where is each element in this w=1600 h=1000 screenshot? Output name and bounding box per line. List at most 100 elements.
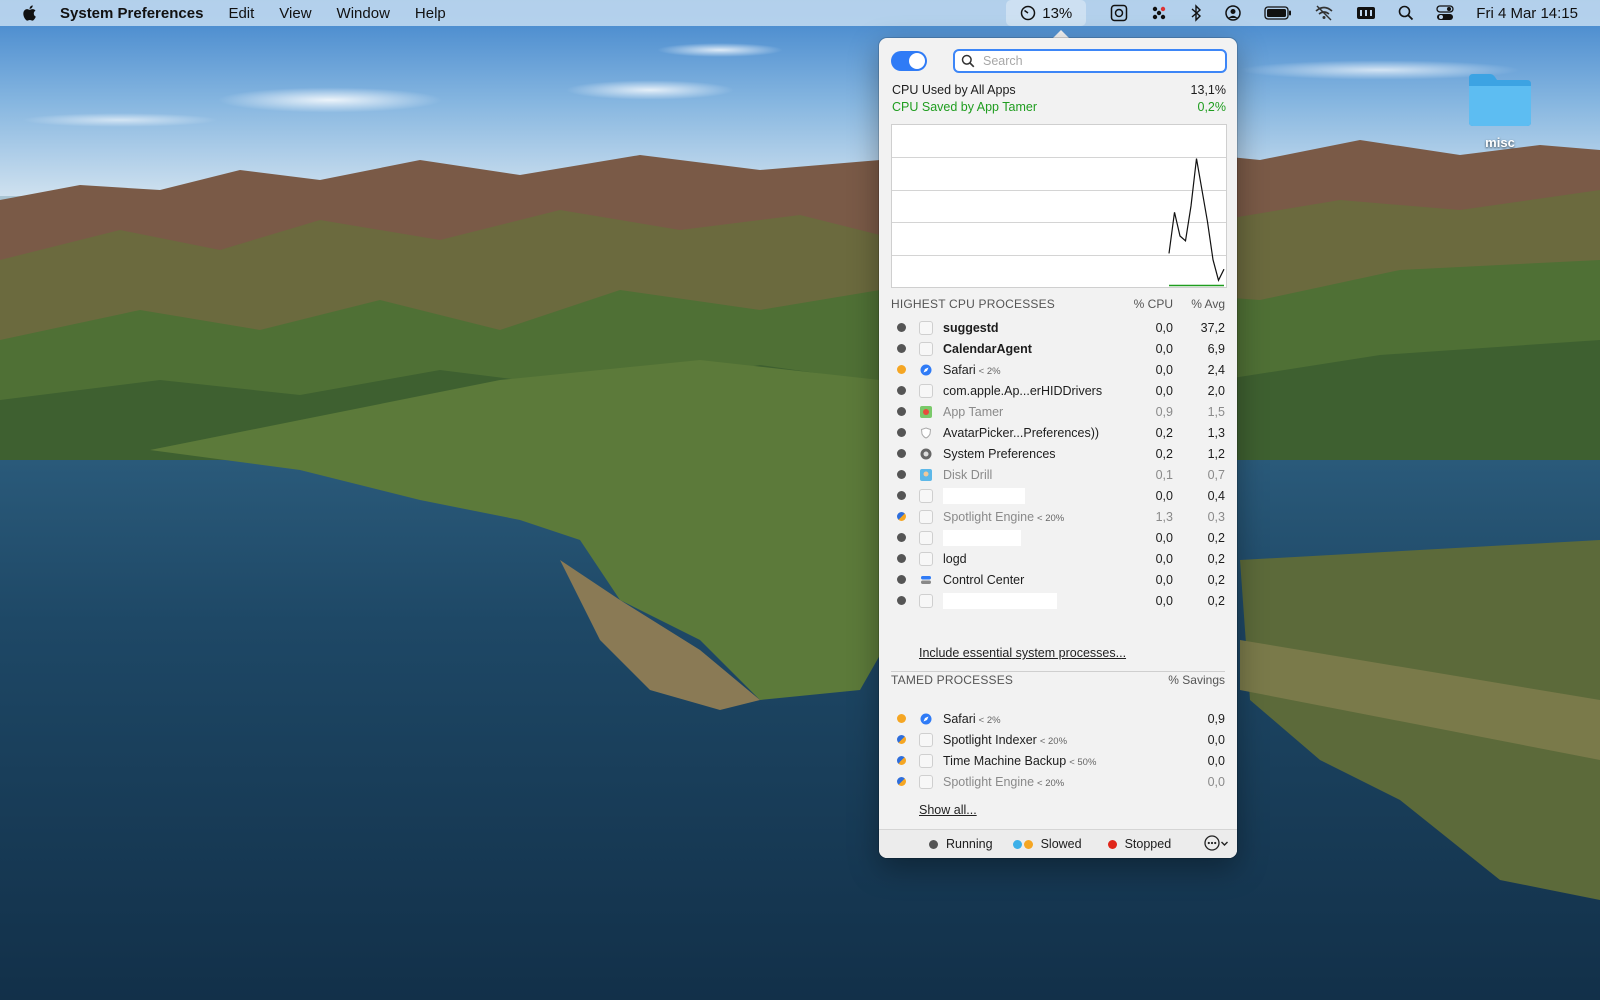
status-dot-icon: [897, 449, 906, 458]
app-icon: [919, 405, 933, 419]
process-cpu: 0,0: [1155, 530, 1173, 545]
menu-clock[interactable]: Fri 4 Mar 14:15: [1476, 5, 1578, 22]
process-name: Time Machine Backup: [943, 753, 1067, 768]
process-name: logd: [943, 551, 967, 566]
process-cpu: 0,0: [1155, 551, 1173, 566]
search-field[interactable]: [953, 49, 1227, 73]
status-dot-icon: [897, 344, 906, 353]
highest-cpu-title: HIGHEST CPU PROCESSES: [891, 297, 1056, 311]
tamed-title: TAMED PROCESSES: [891, 673, 1014, 687]
process-row[interactable]: Control Center 0,0 0,2: [891, 569, 1225, 590]
process-name: Spotlight Engine: [943, 509, 1035, 524]
status-dot-icon: [897, 777, 906, 786]
folder-icon: [1469, 74, 1531, 126]
process-row[interactable]: 0,0 0,4: [891, 485, 1225, 506]
process-row[interactable]: Disk Drill 0,1 0,7: [891, 464, 1225, 485]
process-row[interactable]: suggestd 0,0 37,2: [891, 317, 1225, 338]
process-cpu: 0,0: [1155, 488, 1173, 503]
app-icon: [919, 426, 933, 440]
process-name: Safari: [943, 711, 976, 726]
process-row[interactable]: 0,0 0,2: [891, 527, 1225, 548]
column-header-avg[interactable]: % Avg: [1173, 297, 1225, 311]
column-header-cpu[interactable]: % CPU: [1115, 297, 1173, 311]
search-input[interactable]: [981, 53, 1215, 69]
menu-help[interactable]: Help: [415, 5, 446, 22]
process-row[interactable]: CalendarAgent 0,0 6,9: [891, 338, 1225, 359]
redacted-name: [943, 529, 1021, 546]
cpu-used-label: CPU Used by All Apps: [892, 83, 1016, 97]
redacted-name: [943, 592, 1057, 609]
highest-cpu-header: HIGHEST CPU PROCESSES % CPU % Avg: [891, 297, 1225, 311]
menu-edit[interactable]: Edit: [228, 5, 254, 22]
process-cpu: 0,0: [1155, 593, 1173, 608]
battery-icon[interactable]: [1264, 0, 1292, 26]
app-icon: [919, 363, 933, 377]
process-name: Spotlight Engine: [943, 774, 1035, 789]
menu-extras: 13% Fri 4 Mar 14:15: [1006, 0, 1600, 26]
process-savings: 0,9: [1207, 711, 1225, 726]
show-all-link[interactable]: Show all...: [919, 803, 977, 817]
app-icon: [919, 573, 933, 587]
screenshot-icon[interactable]: [1110, 0, 1128, 26]
process-cpu: 0,2: [1155, 446, 1173, 461]
process-row[interactable]: Safari < 2% 0,0 2,4: [891, 359, 1225, 380]
tamed-process-row[interactable]: Spotlight Indexer < 20% 0,0: [891, 729, 1225, 750]
process-avg: 0,2: [1207, 530, 1225, 545]
process-avg: 0,2: [1207, 572, 1225, 587]
legend-slowed-label: Slowed: [1040, 837, 1082, 851]
status-dot-icon: [897, 756, 906, 765]
process-name: AvatarPicker...Preferences)): [943, 425, 1100, 440]
menu-view[interactable]: View: [279, 5, 311, 22]
process-limit: < 20%: [1037, 512, 1065, 524]
cpu-history-graph: [891, 124, 1227, 288]
desktop-folder-misc[interactable]: misc: [1460, 70, 1540, 150]
control-center-icon[interactable]: [1436, 0, 1454, 26]
include-essential-link[interactable]: Include essential system processes...: [919, 646, 1126, 660]
cpu-used-value: 13,1%: [1190, 83, 1226, 97]
disk-drill-icon: [920, 468, 932, 481]
process-row[interactable]: AvatarPicker...Preferences)) 0,2 1,3: [891, 422, 1225, 443]
process-row[interactable]: logd 0,0 0,2: [891, 548, 1225, 569]
cpu-used-row: CPU Used by All Apps 13,1%: [892, 83, 1226, 97]
process-row[interactable]: 0,0 0,2: [891, 590, 1225, 611]
tamed-process-row[interactable]: Safari < 2% 0,9: [891, 708, 1225, 729]
status-dot-icon: [897, 714, 906, 723]
process-savings: 0,0: [1207, 774, 1225, 789]
process-avg: 0,4: [1207, 488, 1225, 503]
app-tamer-enable-toggle[interactable]: [891, 51, 927, 71]
spotlight-search-icon[interactable]: [1398, 0, 1414, 26]
process-limit: < 20%: [1039, 735, 1068, 747]
memory-chip-icon[interactable]: [1356, 0, 1376, 26]
dots-app-icon[interactable]: [1150, 0, 1168, 26]
status-dot-icon: [897, 323, 906, 332]
process-name-cell: suggestd: [943, 321, 1115, 335]
desktop-coastline: [150, 360, 1600, 900]
app-icon: [919, 447, 933, 461]
bluetooth-icon[interactable]: [1190, 0, 1202, 26]
app-tamer-menu-extra[interactable]: 13%: [1006, 0, 1087, 26]
process-row[interactable]: com.apple.Ap...erHIDDrivers 0,0 2,0: [891, 380, 1225, 401]
chevron-down-icon: [1221, 841, 1228, 846]
legend-running: Running: [929, 837, 993, 851]
process-row[interactable]: System Preferences 0,2 1,2: [891, 443, 1225, 464]
process-row[interactable]: Spotlight Engine < 20% 1,3 0,3: [891, 506, 1225, 527]
tamed-process-row[interactable]: Spotlight Engine < 20% 0,0: [891, 771, 1225, 792]
app-icon: [919, 753, 933, 768]
process-avg: 1,2: [1207, 446, 1225, 461]
user-account-icon[interactable]: [1224, 0, 1242, 26]
menu-app-name[interactable]: System Preferences: [60, 5, 203, 22]
process-row[interactable]: App Tamer 0,9 1,5: [891, 401, 1225, 422]
process-name: suggestd: [943, 320, 999, 335]
process-limit: < 50%: [1069, 756, 1097, 768]
more-options-button[interactable]: [1204, 835, 1229, 851]
column-header-savings[interactable]: % Savings: [1115, 673, 1225, 687]
tamed-process-row[interactable]: Time Machine Backup < 50% 0,0: [891, 750, 1225, 771]
process-avg: 2,4: [1207, 362, 1225, 377]
process-name-cell: Safari < 2%: [943, 712, 1115, 726]
menu-window[interactable]: Window: [337, 5, 390, 22]
process-name: System Preferences: [943, 446, 1056, 461]
apple-logo-icon[interactable]: [20, 4, 38, 22]
app-icon: [919, 712, 933, 726]
cpu-percent-label: 13%: [1042, 4, 1073, 22]
wifi-off-icon[interactable]: [1314, 0, 1334, 26]
